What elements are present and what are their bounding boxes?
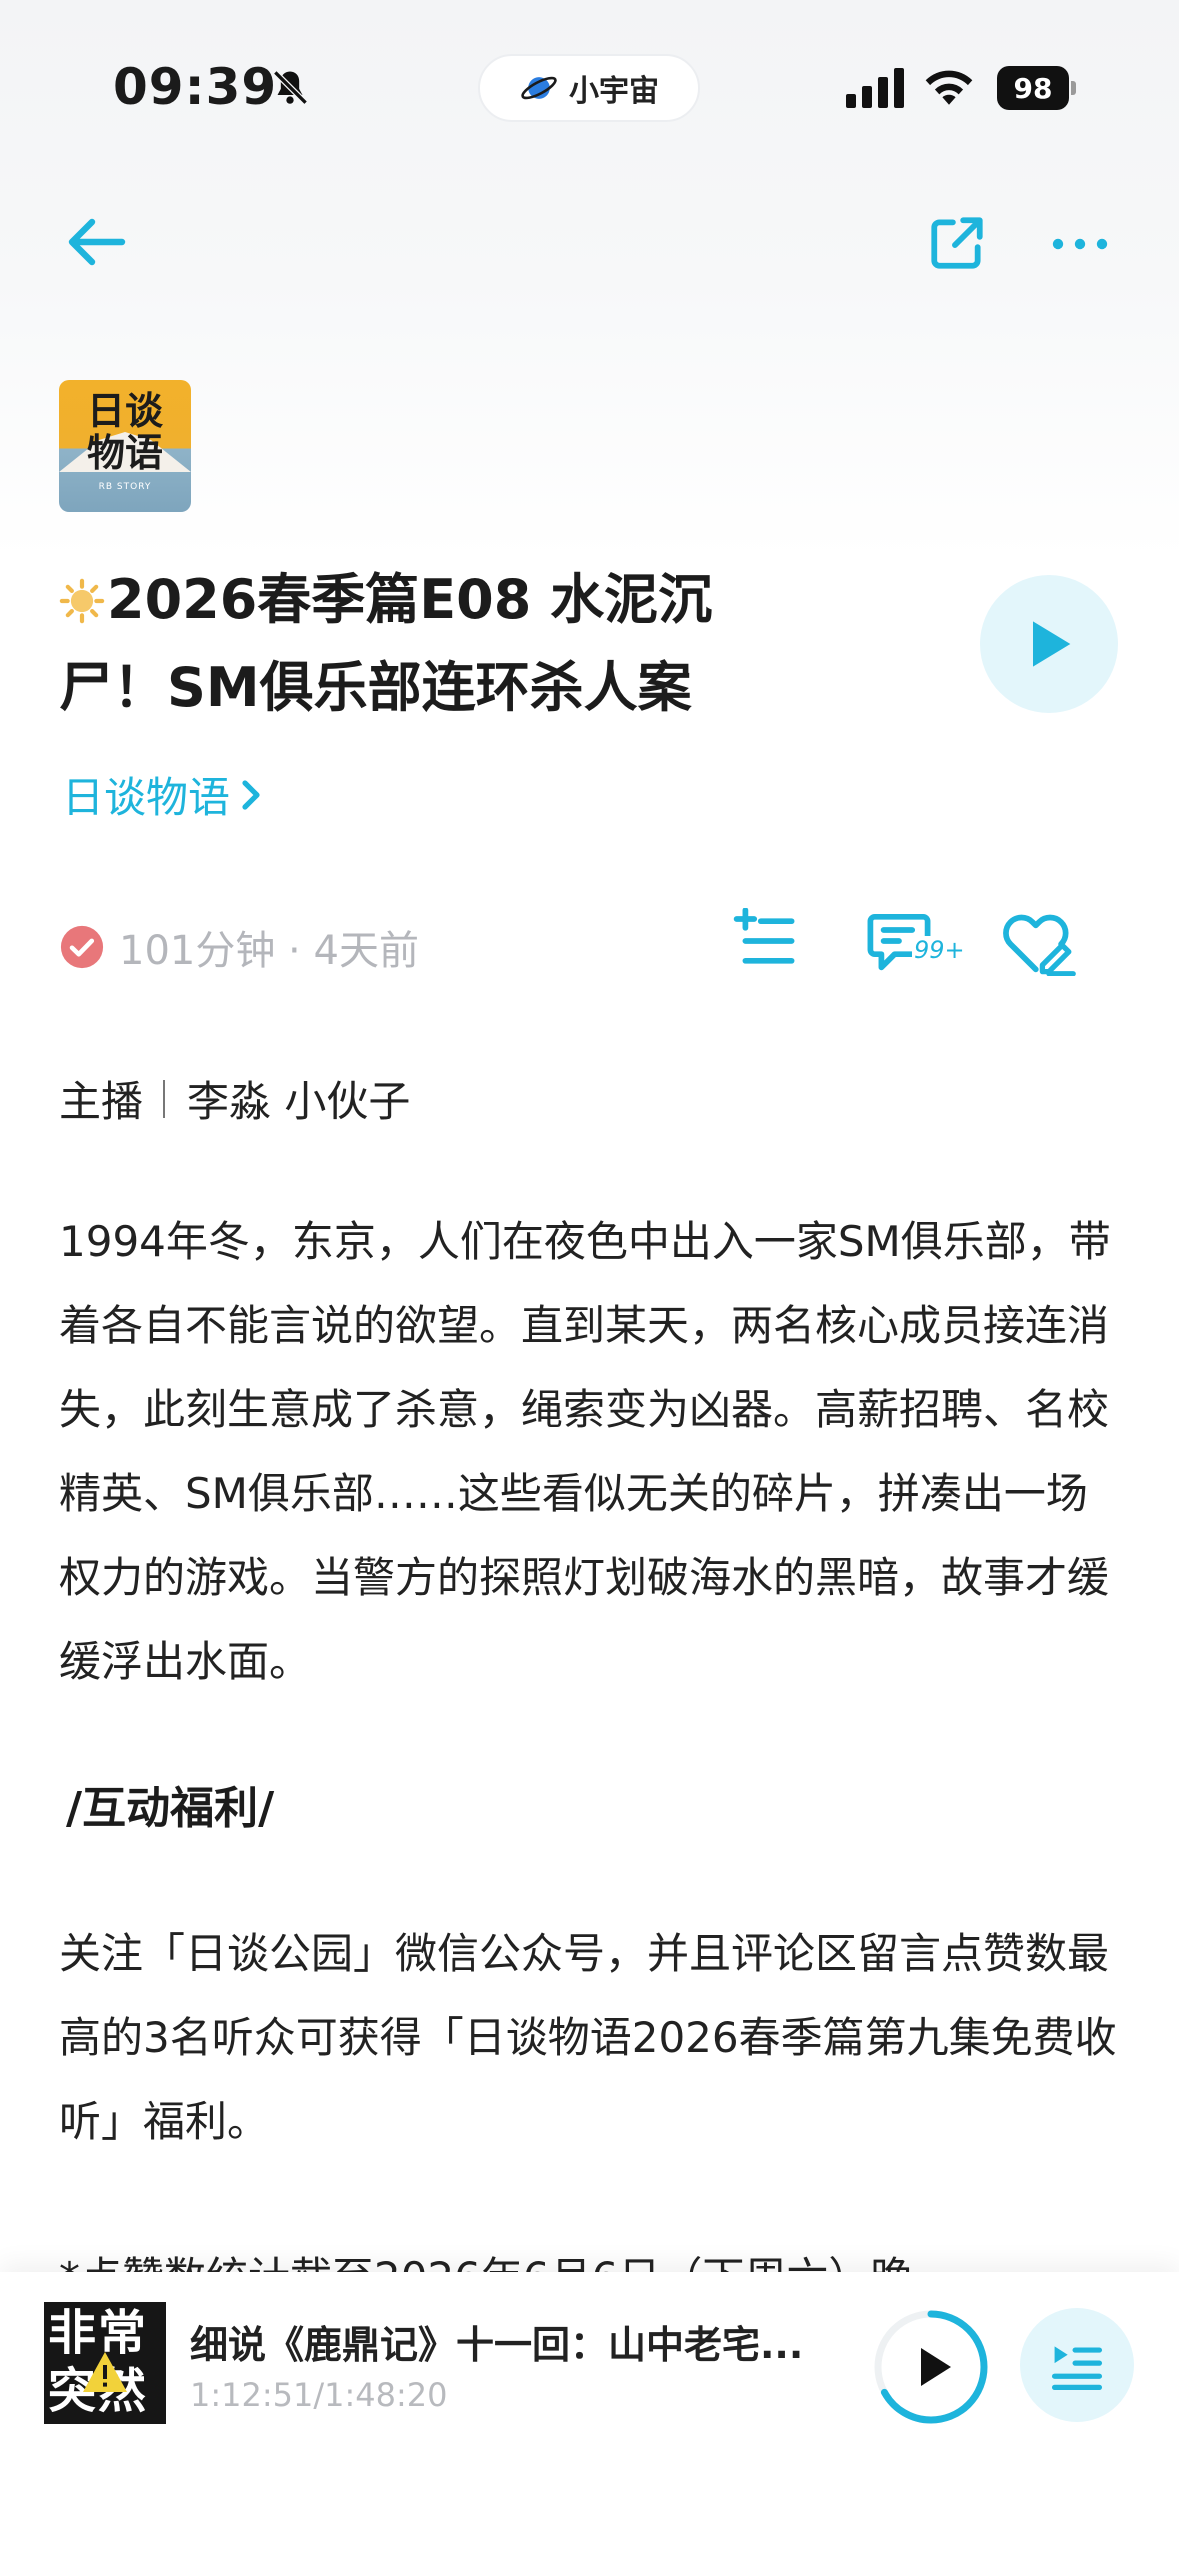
mini-player-time: 1:12:51/1:48:20 — [190, 2376, 448, 2414]
mini-player-cover[interactable]: 非常突然 — [44, 2302, 166, 2424]
host-line: 主播 李淼 小伙子 — [59, 1068, 410, 1129]
status-time: 09:39 — [113, 58, 278, 116]
battery-indicator: 98 — [997, 66, 1076, 110]
comments-button[interactable]: 99+ — [866, 908, 967, 978]
cellular-signal-icon — [846, 68, 904, 108]
host-names: 李淼 小伙子 — [187, 1077, 411, 1126]
mini-play-button[interactable] — [872, 2308, 990, 2426]
app-pill-label: 小宇宙 — [569, 74, 659, 109]
battery-tip — [1071, 81, 1076, 95]
mini-player-title: 细说《鹿鼎记》十一回：山中老宅... — [190, 2323, 804, 2367]
planet-icon — [521, 76, 557, 100]
mini-player[interactable]: 非常突然 细说《鹿鼎记》十一回：山中老宅... 1:12:51/1:48:20 — [0, 2272, 1179, 2556]
played-check-icon — [60, 925, 104, 969]
benefit-heading: /互动福利/ — [66, 1783, 275, 1834]
episode-title: 2026春季篇E08 水泥沉尸！SM俱乐部连环杀人案 — [59, 556, 799, 732]
battery-level: 98 — [997, 66, 1069, 110]
channel-name: 日谈物语 — [62, 773, 231, 822]
host-label: 主播 — [59, 1077, 144, 1126]
play-icon — [1033, 621, 1071, 667]
comment-count: 99+ — [912, 936, 967, 964]
queue-button[interactable] — [1020, 2308, 1134, 2422]
channel-link[interactable]: 日谈物语 — [62, 764, 264, 825]
play-episode-button[interactable] — [980, 575, 1118, 713]
more-options-icon[interactable] — [1050, 222, 1110, 266]
podcast-cover-text: 日谈物语 — [86, 388, 163, 475]
wifi-icon — [925, 70, 973, 105]
share-icon[interactable] — [926, 212, 988, 274]
back-arrow-icon[interactable] — [66, 216, 126, 268]
bell-muted-icon — [273, 70, 308, 105]
episode-intro: 1994年冬，东京，人们在夜色中出入一家SM俱乐部，带着各自不能言说的欲望。直到… — [59, 1217, 1111, 1686]
podcast-cover-subtitle: RB STORY — [98, 482, 152, 492]
podcast-cover[interactable]: 日谈物语 RB STORY — [59, 380, 191, 512]
host-separator — [163, 1079, 166, 1118]
episode-meta: 101分钟 · 4天前 — [59, 918, 419, 976]
app-pill[interactable]: 小宇宙 — [478, 54, 700, 122]
benefit-text: 关注「日谈公园」微信公众号，并且评论区留言点赞数最高的3名听众可获得「日谈物语2… — [59, 1929, 1117, 2146]
warning-triangle-icon — [83, 2352, 127, 2392]
queue-list-icon — [1051, 2346, 1103, 2391]
sun-icon — [59, 578, 105, 624]
add-to-playlist-icon[interactable] — [730, 908, 796, 974]
episode-duration-age: 101分钟 · 4天前 — [119, 928, 419, 974]
favorite-icon[interactable] — [1000, 910, 1076, 976]
mini-play-icon — [921, 2348, 951, 2386]
chevron-right-icon — [242, 779, 260, 810]
episode-title-text: 2026春季篇E08 水泥沉尸！SM俱乐部连环杀人案 — [59, 568, 713, 719]
